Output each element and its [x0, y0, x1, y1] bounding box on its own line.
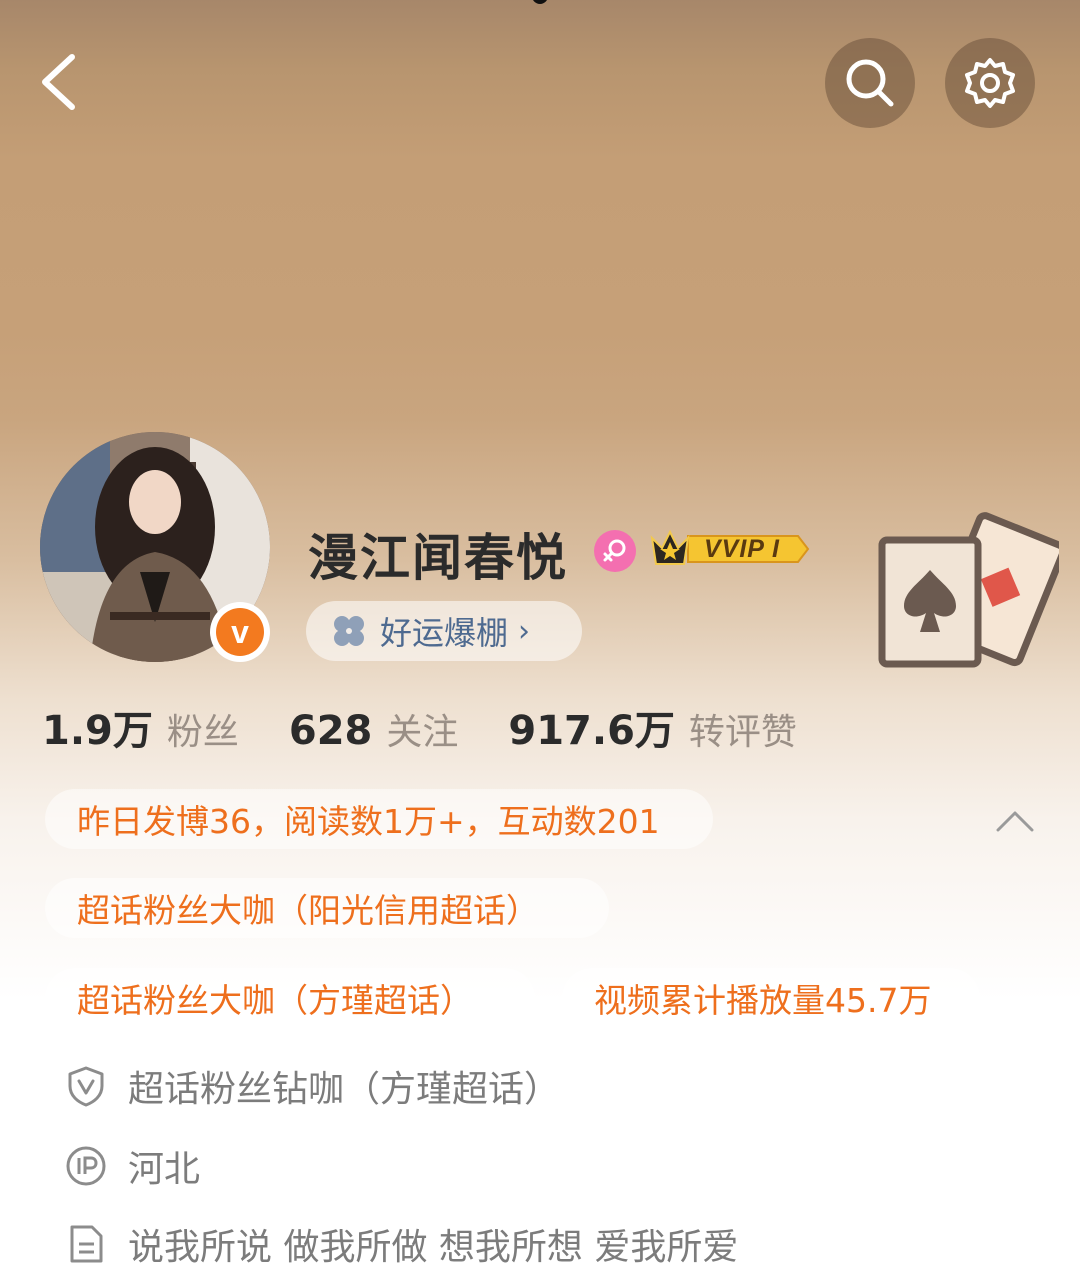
gear-icon: [965, 58, 1015, 108]
document-icon: [70, 1225, 103, 1263]
ip-location-row: 河北: [64, 1140, 200, 1192]
reposts-comments-likes-stat[interactable]: 917.6万 转评赞: [508, 698, 797, 756]
female-gender-icon: [594, 530, 636, 572]
settings-button[interactable]: [945, 38, 1035, 128]
search-button[interactable]: [825, 38, 915, 128]
verified-v-icon: v: [216, 608, 264, 656]
interaction-count: 917.6万: [508, 708, 675, 754]
supertopic-fan-pill[interactable]: 超话粉丝大咖（阳光信用超话）: [45, 878, 609, 938]
playing-cards-icon[interactable]: [874, 510, 1059, 670]
ip-icon: [66, 1146, 106, 1186]
supertopic-fan-pill[interactable]: 超话粉丝大咖（方瑾超话）: [45, 968, 535, 1028]
search-icon: [846, 59, 894, 107]
yesterday-activity-pill[interactable]: 昨日发博36，阅读数1万+，互动数201: [45, 789, 713, 849]
followers-count: 1.9万: [42, 708, 153, 754]
clover-icon: [334, 616, 364, 646]
luck-badge[interactable]: 好运爆棚 ›: [306, 601, 582, 661]
vvip-label: VVIP I: [704, 535, 780, 563]
followers-label: 粉丝: [166, 712, 239, 753]
supertopic-info-row[interactable]: 超话粉丝钻咖（方瑾超话）: [64, 1060, 560, 1112]
bio-text: 说我所说 做我所做 想我所想 爱我所爱: [128, 1227, 739, 1268]
interaction-label: 转评赞: [688, 712, 797, 753]
shield-v-icon: [68, 1066, 104, 1107]
back-button[interactable]: [28, 45, 98, 120]
followers-stat[interactable]: 1.9万 粉丝: [42, 698, 239, 756]
chevron-right-icon: ›: [518, 613, 531, 649]
bio-row: 说我所说 做我所做 想我所想 爱我所爱: [64, 1218, 738, 1270]
supertopic-info-text: 超话粉丝钻咖（方瑾超话）: [128, 1069, 561, 1110]
luck-badge-label: 好运爆棚: [380, 614, 509, 652]
following-label: 关注: [386, 712, 459, 753]
video-views-pill[interactable]: 视频累计播放量45.7万: [562, 968, 980, 1028]
following-stat[interactable]: 628 关注: [289, 703, 459, 755]
collapse-button[interactable]: [990, 800, 1040, 840]
following-count: 628: [288, 708, 373, 754]
back-arrow-icon: [42, 54, 75, 110]
verified-badge: v: [210, 602, 270, 662]
stats-row: 1.9万 粉丝 628 关注 917.6万 转评赞: [42, 698, 847, 758]
chevron-up-icon: [996, 811, 1034, 832]
username: 漫江闻春悦: [308, 529, 568, 587]
ip-location-text: 河北: [128, 1149, 201, 1190]
